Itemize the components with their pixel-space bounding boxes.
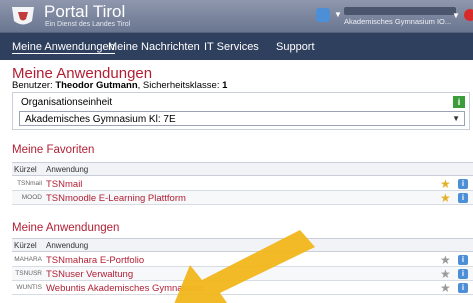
main-nav: Meine Anwendungen Meine Nachrichten IT S…	[0, 33, 473, 60]
user-info-line: Benutzer: Theodor Gutmann, Sicherheitskl…	[12, 80, 227, 91]
header-bar: Portal Tirol Ein Dienst des Landes Tirol…	[0, 0, 473, 33]
info-icon[interactable]: i	[458, 255, 468, 265]
info-icon[interactable]: i	[453, 96, 465, 108]
table-row[interactable]: TSNmail TSNmail ★ i	[12, 177, 473, 191]
row-kurzel: MOOD	[21, 194, 42, 201]
nav-it-services[interactable]: IT Services	[204, 41, 259, 53]
row-kurzel: TSNmail	[17, 180, 42, 187]
highlight-arrow-icon	[174, 230, 315, 303]
column-kurzel: Kürzel	[14, 165, 37, 174]
org-unit-select[interactable]: Akademisches Gymnasium Kl: 7E ▼	[19, 111, 465, 126]
nav-meine-anwendungen[interactable]: Meine Anwendungen	[12, 41, 115, 54]
app-link[interactable]: TSNmail	[46, 179, 82, 190]
app-link[interactable]: TSNmahara E-Portfolio	[46, 255, 144, 266]
star-icon[interactable]: ★	[440, 254, 451, 266]
tirol-logo-icon	[12, 7, 34, 25]
table-row[interactable]: MOOD TSNmoodle E-Learning Plattform ★ i	[12, 191, 473, 205]
star-icon[interactable]: ★	[440, 282, 451, 294]
portal-page: Portal Tirol Ein Dienst des Landes Tirol…	[0, 0, 473, 303]
user-name: Theodor Gutmann	[55, 80, 138, 91]
chevron-down-icon: ▼	[452, 114, 460, 123]
row-kurzel: WUNTIS	[16, 284, 42, 291]
user-icon	[316, 8, 330, 22]
app-link[interactable]: TSNmoodle E-Learning Plattform	[46, 193, 186, 204]
column-kurzel: Kürzel	[14, 241, 37, 250]
brand-title: Portal Tirol	[44, 2, 126, 21]
favorites-title: Meine Favoriten	[12, 144, 95, 156]
nav-support[interactable]: Support	[276, 41, 315, 53]
info-icon[interactable]: i	[458, 283, 468, 293]
info-icon[interactable]: i	[458, 269, 468, 279]
org-unit-label: Organisationseinheit	[21, 97, 113, 108]
row-kurzel: MAHARA	[14, 256, 42, 263]
user-menu[interactable]: ▼ Akademisches Gymnasium IO...	[316, 5, 460, 29]
user-org-label: Akademisches Gymnasium IO...	[344, 17, 452, 26]
class-prefix: , Sicherheitsklasse:	[137, 80, 223, 91]
org-unit-panel: Organisationseinheit i Akademisches Gymn…	[12, 92, 470, 130]
brand-subtitle: Ein Dienst des Landes Tirol	[45, 21, 131, 28]
column-anwendung: Anwendung	[46, 165, 89, 174]
info-icon[interactable]: i	[458, 179, 468, 189]
user-name-redacted	[344, 7, 456, 15]
row-kurzel: TSNUSR	[15, 270, 42, 277]
chevron-down-icon[interactable]: ▼	[452, 11, 460, 20]
app-link[interactable]: TSNuser Verwaltung	[46, 269, 133, 280]
nav-meine-nachrichten[interactable]: Meine Nachrichten	[108, 41, 200, 53]
info-icon[interactable]: i	[458, 193, 468, 203]
column-anwendung: Anwendung	[46, 241, 89, 250]
apps-title: Meine Anwendungen	[12, 222, 120, 234]
chevron-down-icon: ▼	[334, 10, 342, 19]
star-icon[interactable]: ★	[440, 192, 451, 204]
org-unit-value: Akademisches Gymnasium Kl: 7E	[25, 114, 176, 125]
user-prefix: Benutzer:	[12, 80, 56, 91]
star-icon[interactable]: ★	[440, 178, 451, 190]
table-header: Kürzel Anwendung	[12, 162, 473, 176]
security-class: 1	[222, 80, 228, 91]
logout-icon[interactable]	[464, 9, 473, 21]
star-icon[interactable]: ★	[440, 268, 451, 280]
